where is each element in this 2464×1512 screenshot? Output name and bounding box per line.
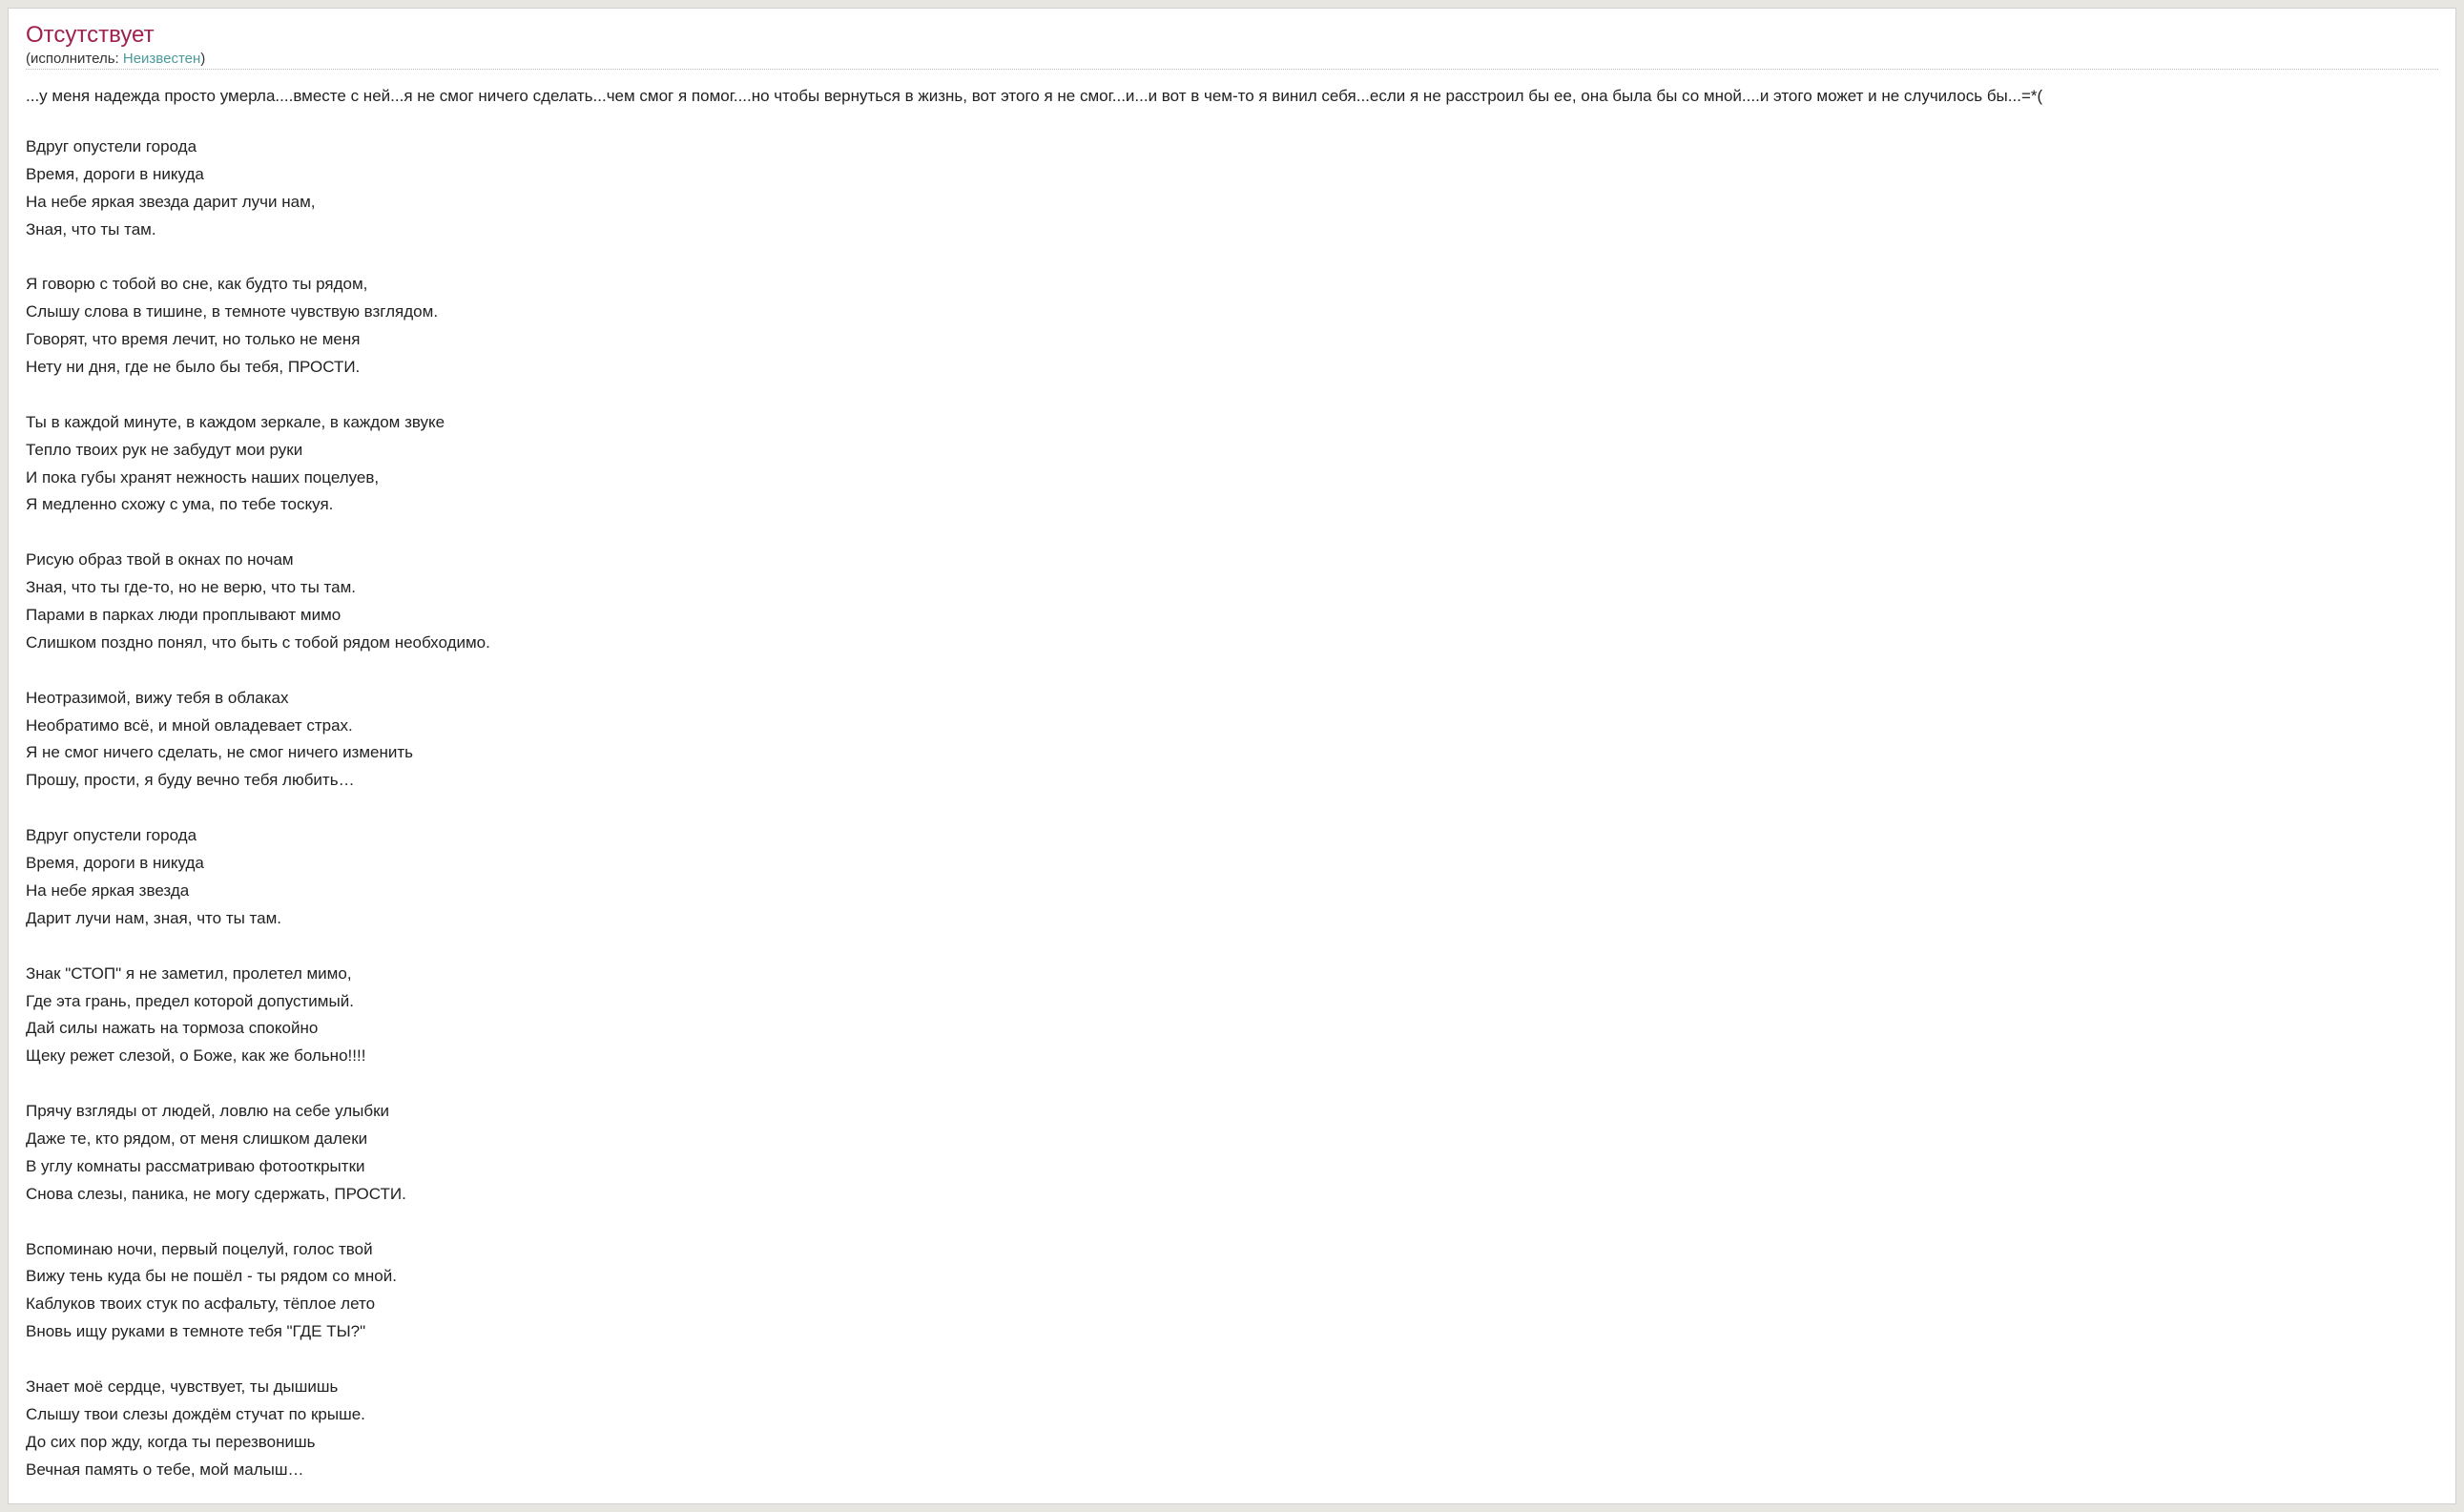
artist-meta: (исполнитель: Неизвестен): [26, 51, 2438, 70]
meta-prefix: (исполнитель:: [26, 51, 123, 67]
lyrics-body: Вдруг опустели города Время, дороги в ни…: [26, 134, 2438, 1484]
content-container: Отсутствует (исполнитель: Неизвестен) ..…: [8, 8, 2456, 1504]
artist-link[interactable]: Неизвестен: [123, 51, 200, 67]
meta-suffix: ): [200, 51, 205, 67]
page-title: Отсутствует: [26, 22, 2438, 49]
quote-text: ...у меня надежда просто умерла....вмест…: [26, 83, 2438, 111]
